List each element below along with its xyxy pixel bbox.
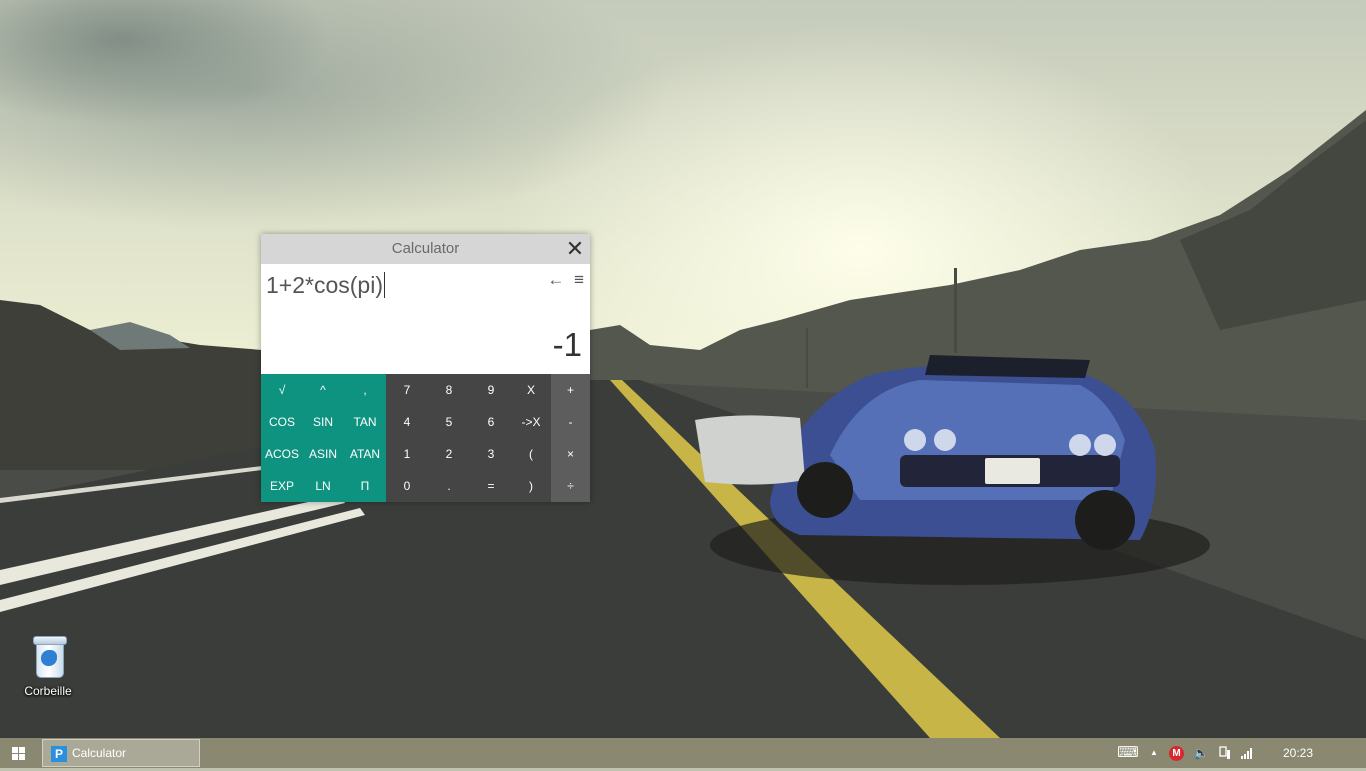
key-5[interactable]: 5 (428, 406, 470, 438)
key-sqrt[interactable]: √ (261, 374, 303, 406)
recycle-bin-icon (33, 636, 67, 678)
volume-icon[interactable]: 🔈 (1192, 738, 1210, 768)
backspace-icon[interactable]: ← (547, 270, 564, 289)
scientific-keys: √ ^ , COS SIN TAN ACOS ASIN ATAN EXP LN … (261, 374, 386, 502)
key-variable-x[interactable]: X (510, 374, 552, 406)
wallpaper-scenery (0, 110, 1366, 738)
key-store-x[interactable]: ->X (510, 406, 552, 438)
signal-icon[interactable] (1238, 738, 1256, 768)
menu-icon[interactable]: ≡ (574, 270, 584, 289)
calculator-app-icon: P (51, 746, 67, 762)
key-asin[interactable]: ASIN (302, 438, 344, 470)
numeric-keys: 7 8 9 X 4 5 6 ->X 1 2 3 ( 0 . = ) (386, 374, 551, 502)
key-atan[interactable]: ATAN (344, 438, 386, 470)
key-8[interactable]: 8 (428, 374, 470, 406)
mega-icon[interactable]: M (1169, 746, 1184, 761)
windows-logo-icon (12, 747, 25, 760)
display-tools: ← ≡ (542, 270, 584, 290)
keypad: √ ^ , COS SIN TAN ACOS ASIN ATAN EXP LN … (261, 374, 590, 502)
desktop-icon-recycle-bin[interactable]: Corbeille (14, 636, 82, 698)
window-titlebar[interactable]: Calculator ✕ (261, 234, 590, 264)
start-button[interactable] (0, 738, 38, 768)
key-2[interactable]: 2 (428, 438, 470, 470)
key-equals[interactable]: = (470, 470, 512, 502)
expression-input[interactable]: 1+2*cos(pi) (266, 272, 385, 298)
key-open-paren[interactable]: ( (510, 438, 552, 470)
desktop-wallpaper (0, 0, 1366, 738)
desktop-icon-label: Corbeille (24, 684, 72, 698)
taskbar: P Calculator ⌨ ▲ M 🔈 20:23 (0, 738, 1366, 768)
keyboard-icon[interactable]: ⌨ (1116, 738, 1140, 768)
key-0[interactable]: 0 (386, 470, 428, 502)
key-pi[interactable]: Π (344, 470, 386, 502)
key-3[interactable]: 3 (470, 438, 512, 470)
key-cos[interactable]: COS (261, 406, 303, 438)
key-comma[interactable]: , (344, 374, 386, 406)
key-acos[interactable]: ACOS (261, 438, 303, 470)
key-7[interactable]: 7 (386, 374, 428, 406)
calculator-window: Calculator ✕ 1+2*cos(pi) ← ≡ -1 √ ^ , CO… (261, 234, 590, 502)
chevron-up-icon[interactable]: ▲ (1146, 738, 1162, 768)
key-divide[interactable]: ÷ (551, 470, 590, 502)
calculator-display: 1+2*cos(pi) ← ≡ -1 (261, 264, 590, 374)
taskbar-app-label: Calculator (72, 746, 127, 760)
key-1[interactable]: 1 (386, 438, 428, 470)
key-9[interactable]: 9 (470, 374, 512, 406)
key-plus[interactable]: + (551, 374, 590, 406)
system-tray: ⌨ ▲ M 🔈 20:23 (1106, 738, 1366, 768)
close-icon[interactable]: ✕ (560, 234, 590, 264)
key-exp[interactable]: EXP (261, 470, 303, 502)
key-minus[interactable]: - (551, 406, 590, 438)
operator-keys: + - × ÷ (551, 374, 590, 502)
key-tan[interactable]: TAN (344, 406, 386, 438)
key-multiply[interactable]: × (551, 438, 590, 470)
key-decimal[interactable]: . (428, 470, 470, 502)
key-sin[interactable]: SIN (302, 406, 344, 438)
key-ln[interactable]: LN (302, 470, 344, 502)
key-power[interactable]: ^ (302, 374, 344, 406)
taskbar-app-calculator[interactable]: P Calculator (42, 739, 200, 767)
network-icon[interactable] (1216, 738, 1234, 768)
key-close-paren[interactable]: ) (510, 470, 552, 502)
key-4[interactable]: 4 (386, 406, 428, 438)
clock[interactable]: 20:23 (1274, 738, 1322, 768)
result-value: -1 (552, 326, 582, 363)
key-6[interactable]: 6 (470, 406, 512, 438)
window-title: Calculator (391, 240, 460, 257)
